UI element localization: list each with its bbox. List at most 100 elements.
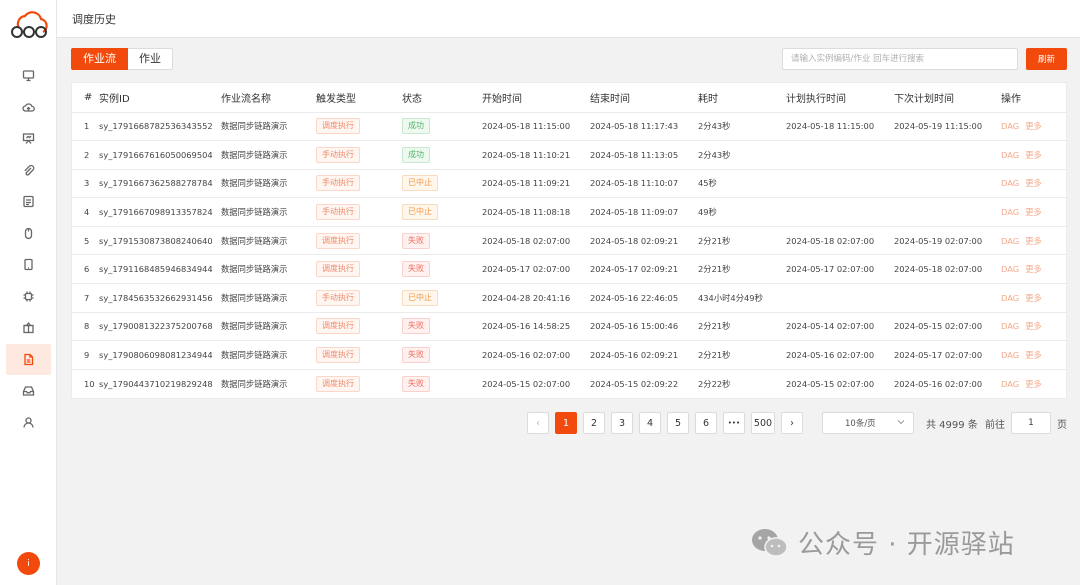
- search-input[interactable]: [782, 48, 1018, 70]
- dag-link[interactable]: DAG: [1001, 178, 1019, 188]
- table-row[interactable]: 10 sy_1790443710219829248 数据同步链路演示 调度执行 失败 20…: [72, 369, 1068, 398]
- table-cell: 2分43秒: [698, 112, 786, 142]
- page-button-1[interactable]: 1: [555, 412, 577, 434]
- sidebar-item-monitor[interactable]: [0, 60, 57, 92]
- column-header: 下次计划时间: [894, 83, 1001, 113]
- tab-workflow[interactable]: 作业流: [71, 48, 128, 70]
- actions-cell: DAG 更多: [1001, 169, 1068, 199]
- table-cell: 4: [72, 197, 99, 227]
- actions-cell: DAG 更多: [1001, 140, 1068, 170]
- dag-link[interactable]: DAG: [1001, 293, 1019, 303]
- table-cell: 2024-05-18 11:09:21: [482, 169, 590, 199]
- page-button-2[interactable]: 2: [583, 412, 605, 434]
- page-button-6[interactable]: 6: [695, 412, 717, 434]
- table-cell: 2: [72, 140, 99, 170]
- sidebar-item-cloud-upload[interactable]: [0, 92, 57, 124]
- status-cell: 已中止: [402, 197, 482, 227]
- more-link[interactable]: 更多: [1025, 379, 1042, 389]
- sidebar-item-inbox[interactable]: [0, 375, 57, 407]
- dag-link[interactable]: DAG: [1001, 207, 1019, 217]
- page-title: 调度历史: [72, 13, 116, 26]
- table-row[interactable]: 3 sy_1791667362588278784 数据同步链路演示 手动执行 已中止 20…: [72, 169, 1068, 199]
- trigger-type-cell: 调度执行: [316, 112, 402, 142]
- more-link[interactable]: 更多: [1025, 350, 1042, 360]
- table-cell: 2分43秒: [698, 140, 786, 170]
- dag-link[interactable]: DAG: [1001, 121, 1019, 131]
- status-cell: 已中止: [402, 169, 482, 199]
- table-cell: [786, 169, 894, 199]
- column-header: 结束时间: [590, 83, 698, 113]
- table-row[interactable]: 1 sy_1791668782536343552 数据同步链路演示 调度执行 成功 202…: [72, 112, 1068, 142]
- sidebar-item-chip[interactable]: [0, 281, 57, 313]
- dag-link[interactable]: DAG: [1001, 350, 1019, 360]
- dag-link[interactable]: DAG: [1001, 236, 1019, 246]
- dag-link[interactable]: DAG: [1001, 150, 1019, 160]
- page-button-500[interactable]: 500: [751, 412, 775, 434]
- more-link[interactable]: 更多: [1025, 321, 1042, 331]
- page-size-select[interactable]: 10条/页: [822, 412, 914, 434]
- table-cell: sy_1790081322375200768: [99, 312, 221, 342]
- table-cell: [786, 197, 894, 227]
- status-badge: 已中止: [402, 175, 438, 192]
- more-link[interactable]: 更多: [1025, 150, 1042, 160]
- page-size-value: 10条/页: [845, 419, 876, 429]
- status-cell: 失败: [402, 312, 482, 342]
- watermark: 公众号 · 开源驿站: [750, 524, 1015, 561]
- sidebar-item-image[interactable]: [0, 186, 57, 218]
- document-icon: [24, 353, 34, 365]
- actions-cell: DAG 更多: [1001, 340, 1068, 370]
- table-cell: 6: [72, 254, 99, 285]
- dag-link[interactable]: DAG: [1001, 264, 1019, 274]
- avatar[interactable]: i: [17, 552, 40, 575]
- table-cell: 2024-05-16 02:07:00: [894, 378, 983, 389]
- trigger-type-tag: 调度执行: [316, 261, 360, 278]
- tab-job[interactable]: 作业: [128, 48, 173, 70]
- status-cell: 成功: [402, 140, 482, 170]
- sidebar-item-document[interactable]: [6, 343, 51, 375]
- more-link[interactable]: 更多: [1025, 207, 1042, 217]
- column-header: 操作: [1001, 83, 1068, 113]
- sidebar-item-paperclip[interactable]: [0, 155, 57, 187]
- sidebar-item-mouse[interactable]: [0, 218, 57, 250]
- more-link[interactable]: 更多: [1025, 236, 1042, 246]
- table-row[interactable]: 4 sy_1791667098913357824 数据同步链路演示 手动执行 已中止 20…: [72, 197, 1068, 227]
- dag-link[interactable]: DAG: [1001, 379, 1019, 389]
- table-row[interactable]: 8 sy_1790081322375200768 数据同步链路演示 调度执行 失败 202…: [72, 312, 1068, 342]
- refresh-button[interactable]: 刷新: [1026, 48, 1067, 70]
- more-link[interactable]: 更多: [1025, 293, 1042, 303]
- table-cell: 2分21秒: [698, 254, 786, 285]
- goto-page-input[interactable]: [1011, 412, 1051, 434]
- sidebar-item-tablet[interactable]: [0, 249, 57, 281]
- status-cell: 失败: [402, 254, 482, 285]
- table-cell: 2024-05-18 11:15:00: [786, 112, 894, 142]
- prev-page-button[interactable]: ‹: [527, 412, 549, 434]
- more-link[interactable]: 更多: [1025, 178, 1042, 188]
- page-button-4[interactable]: 4: [639, 412, 661, 434]
- status-badge: 失败: [402, 375, 430, 392]
- next-page-button[interactable]: ›: [781, 412, 803, 434]
- sidebar-item-package[interactable]: [0, 312, 57, 344]
- sidebar-item-user[interactable]: [0, 407, 57, 439]
- more-link[interactable]: 更多: [1025, 264, 1042, 274]
- page-button-3[interactable]: 3: [611, 412, 633, 434]
- user-icon: [23, 417, 34, 428]
- table-row[interactable]: 9 sy_1790806098081234944 数据同步链路演示 调度执行 失败 202…: [72, 340, 1068, 370]
- table-cell: 2024-05-15 02:09:22: [590, 378, 679, 389]
- table-cell: 3: [72, 169, 99, 199]
- table-cell: 2024-05-16 22:46:05: [590, 283, 698, 313]
- sidebar-item-presentation[interactable]: [0, 123, 57, 155]
- table-row[interactable]: 6 sy_1791168485946834944 数据同步链路演示 调度执行 失败 202…: [72, 254, 1068, 285]
- table-row[interactable]: 2 sy_1791667616050069504 数据同步链路演示 手动执行 成功 202…: [72, 140, 1068, 170]
- table-row[interactable]: 7 sy_1784563532662931456 数据同步链路演示 手动执行 已中止 20…: [72, 283, 1068, 313]
- pagination: ‹ 1 2 3 4 5 6 ••• 500 ›: [527, 412, 809, 434]
- more-link[interactable]: 更多: [1025, 121, 1042, 131]
- trigger-type-cell: 手动执行: [316, 169, 402, 199]
- dag-link[interactable]: DAG: [1001, 321, 1019, 331]
- column-header: #: [72, 83, 99, 113]
- page-button-5[interactable]: 5: [667, 412, 689, 434]
- table-cell: 5: [72, 226, 99, 256]
- wechat-icon: [752, 528, 788, 557]
- table-cell: 2024-05-16 02:07:00: [786, 340, 894, 370]
- more-pages-button[interactable]: •••: [723, 412, 745, 434]
- table-row[interactable]: 5 sy_1791530873808240640 数据同步链路演示 调度执行 失败 202…: [72, 226, 1068, 256]
